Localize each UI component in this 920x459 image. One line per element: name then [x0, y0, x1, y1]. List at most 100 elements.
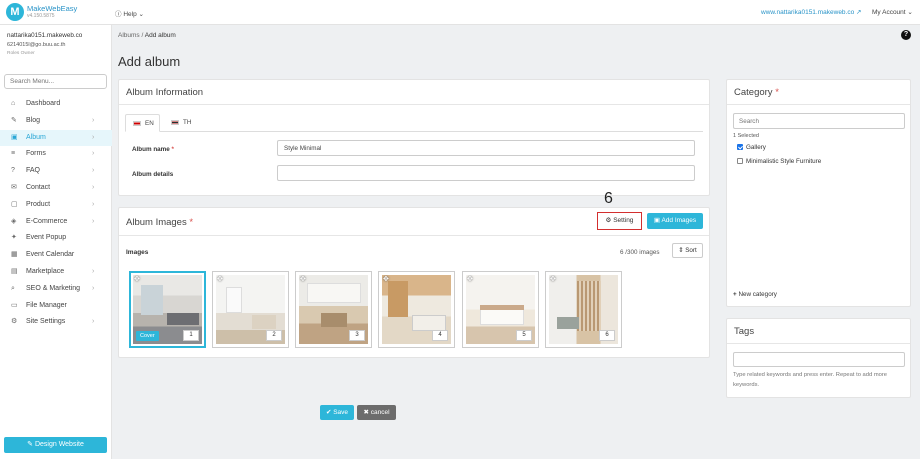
sidebar-item-forms[interactable]: ≡ Forms › — [0, 146, 112, 163]
album-thumbnail[interactable]: ✥ 6 — [545, 271, 622, 348]
sidebar-item-e-commerce[interactable]: ◈ E-Commerce › — [0, 214, 112, 231]
tab-en[interactable]: EN — [125, 114, 160, 132]
sidebar-item-faq[interactable]: ? FAQ › — [0, 163, 112, 180]
setting-label: Setting — [613, 217, 634, 224]
sidebar-item-event-calendar[interactable]: ▦ Event Calendar — [0, 247, 112, 264]
chevron-right-icon: › — [92, 150, 95, 158]
sidebar-item-label: Forms — [26, 150, 46, 158]
checkbox-checked[interactable] — [737, 144, 743, 150]
help-menu[interactable]: ⓘ Help ⌄ — [115, 8, 144, 18]
move-icon[interactable]: ✥ — [383, 275, 389, 283]
save-label: Save — [333, 409, 349, 416]
thumbnail-number: 5 — [516, 330, 532, 341]
makewebeasy-logo[interactable]: M — [6, 3, 24, 21]
sort-icon: ⇕ — [678, 247, 684, 254]
sort-button[interactable]: ⇕ Sort — [672, 243, 703, 258]
user-role: Roles Owner — [7, 51, 35, 56]
save-button[interactable]: ✔ Save — [320, 405, 354, 420]
breadcrumb-current: Add album — [144, 32, 176, 39]
album-thumbnail[interactable]: ✥ 4 — [378, 271, 455, 348]
store-icon: ▤ — [11, 267, 18, 275]
thumbnail-number: 3 — [349, 330, 365, 341]
edit-icon: ✎ — [11, 116, 17, 124]
site-link-label: www.nattarika0151.makeweb.co — [761, 9, 855, 16]
sidebar-item-file-manager[interactable]: ▭ File Manager — [0, 298, 112, 315]
setting-button[interactable]: ⚙ Setting — [597, 212, 642, 230]
sidebar-item-label: E-Commerce — [26, 217, 68, 225]
tab-divider — [125, 131, 703, 132]
add-images-label: Add Images — [661, 217, 697, 224]
pencil-icon: ✎ — [27, 441, 33, 448]
chevron-right-icon: › — [92, 318, 95, 326]
album-thumbnail[interactable]: ✥ 3 — [295, 271, 372, 348]
sidebar-item-marketplace[interactable]: ▤ Marketplace › — [0, 264, 112, 281]
window-shape — [226, 287, 242, 313]
album-details-input[interactable] — [277, 165, 695, 181]
account-label: My Account — [872, 9, 906, 16]
move-icon[interactable]: ✥ — [467, 275, 473, 283]
move-icon[interactable]: ✥ — [300, 275, 306, 283]
add-images-button[interactable]: ▣ Add Images — [647, 213, 703, 229]
account-menu[interactable]: My Account ⌄ — [872, 8, 913, 16]
image-icon: ▣ — [653, 217, 660, 224]
chevron-right-icon: › — [92, 284, 95, 292]
panel-title-text: Category — [734, 87, 773, 98]
box-icon: ▢ — [11, 200, 18, 208]
move-icon[interactable]: ✥ — [134, 275, 140, 283]
sidebar-item-dashboard[interactable]: ⌂ Dashboard — [0, 96, 112, 113]
category-search-input[interactable] — [733, 113, 905, 129]
images-label: Images — [126, 249, 149, 256]
sidebar-item-album[interactable]: ▣ Album › — [0, 129, 112, 147]
sidebar-item-site-settings[interactable]: ⚙ Site Settings › — [0, 314, 112, 331]
chevron-right-icon: › — [92, 116, 95, 124]
brand-name: MakeWebEasy — [27, 4, 78, 13]
breadcrumb-separator: / — [141, 32, 144, 39]
sidebar-item-blog[interactable]: ✎ Blog › — [0, 113, 112, 130]
checkbox-unchecked[interactable] — [737, 158, 743, 164]
move-icon[interactable]: ✥ — [217, 275, 223, 283]
album-thumbnail[interactable]: ✥ Cover 1 — [129, 271, 206, 348]
category-item-minimalistic[interactable]: Minimalistic Style Furniture — [737, 158, 821, 165]
sidebar-item-label: File Manager — [26, 301, 67, 309]
sidebar-item-label: Site Settings — [26, 318, 66, 326]
sidebar-item-seo-marketing[interactable]: ⌕ SEO & Marketing › — [0, 281, 112, 298]
list-icon: ≡ — [11, 150, 16, 158]
step-number: 6 — [604, 190, 613, 207]
category-item-gallery[interactable]: Gallery — [737, 144, 766, 151]
question-icon[interactable]: ? — [901, 30, 911, 40]
slat-wall-shape — [577, 281, 601, 331]
room-photo: ✥ 4 — [382, 275, 451, 344]
desk-shape — [252, 315, 276, 329]
panel-header: Tags — [727, 319, 910, 344]
required-mark: * — [775, 87, 779, 98]
room-photo: ✥ 2 — [216, 275, 285, 344]
album-name-input[interactable] — [277, 140, 695, 156]
design-website-button[interactable]: ✎ Design Website — [4, 437, 107, 453]
chevron-right-icon: › — [92, 133, 95, 141]
album-thumbnail[interactable]: ✥ 2 — [212, 271, 289, 348]
sidebar-item-event-popup[interactable]: ✦ Event Popup — [0, 230, 112, 247]
cancel-button[interactable]: ✖ cancel — [357, 405, 396, 420]
close-icon: ✖ — [363, 409, 369, 416]
sidebar-item-product[interactable]: ▢ Product › — [0, 197, 112, 214]
site-link[interactable]: www.nattarika0151.makeweb.co ↗ — [761, 8, 861, 16]
tags-input[interactable] — [733, 352, 905, 367]
mail-icon: ✉ — [11, 183, 17, 191]
menu-search-input[interactable] — [4, 74, 107, 89]
category-item-label: Gallery — [746, 144, 766, 151]
sofa-shape — [412, 315, 446, 331]
move-icon[interactable]: ✥ — [550, 275, 556, 283]
panel-title: Tags — [734, 326, 755, 337]
panel-title: Category * — [734, 87, 779, 98]
sidebar-item-contact[interactable]: ✉ Contact › — [0, 180, 112, 197]
chevron-right-icon: › — [92, 200, 95, 208]
selected-count: 1 Selected — [733, 133, 759, 139]
tab-th[interactable]: TH — [164, 114, 199, 132]
image-icon: ▣ — [11, 133, 18, 141]
breadcrumb-albums[interactable]: Albums — [118, 32, 140, 39]
album-thumbnail[interactable]: ✥ 5 — [462, 271, 539, 348]
sidebar-item-label: Album — [26, 133, 46, 141]
new-category-link[interactable]: + New category — [733, 291, 777, 298]
question-icon: ? — [11, 167, 15, 175]
panel-header: Album Information — [119, 80, 709, 105]
